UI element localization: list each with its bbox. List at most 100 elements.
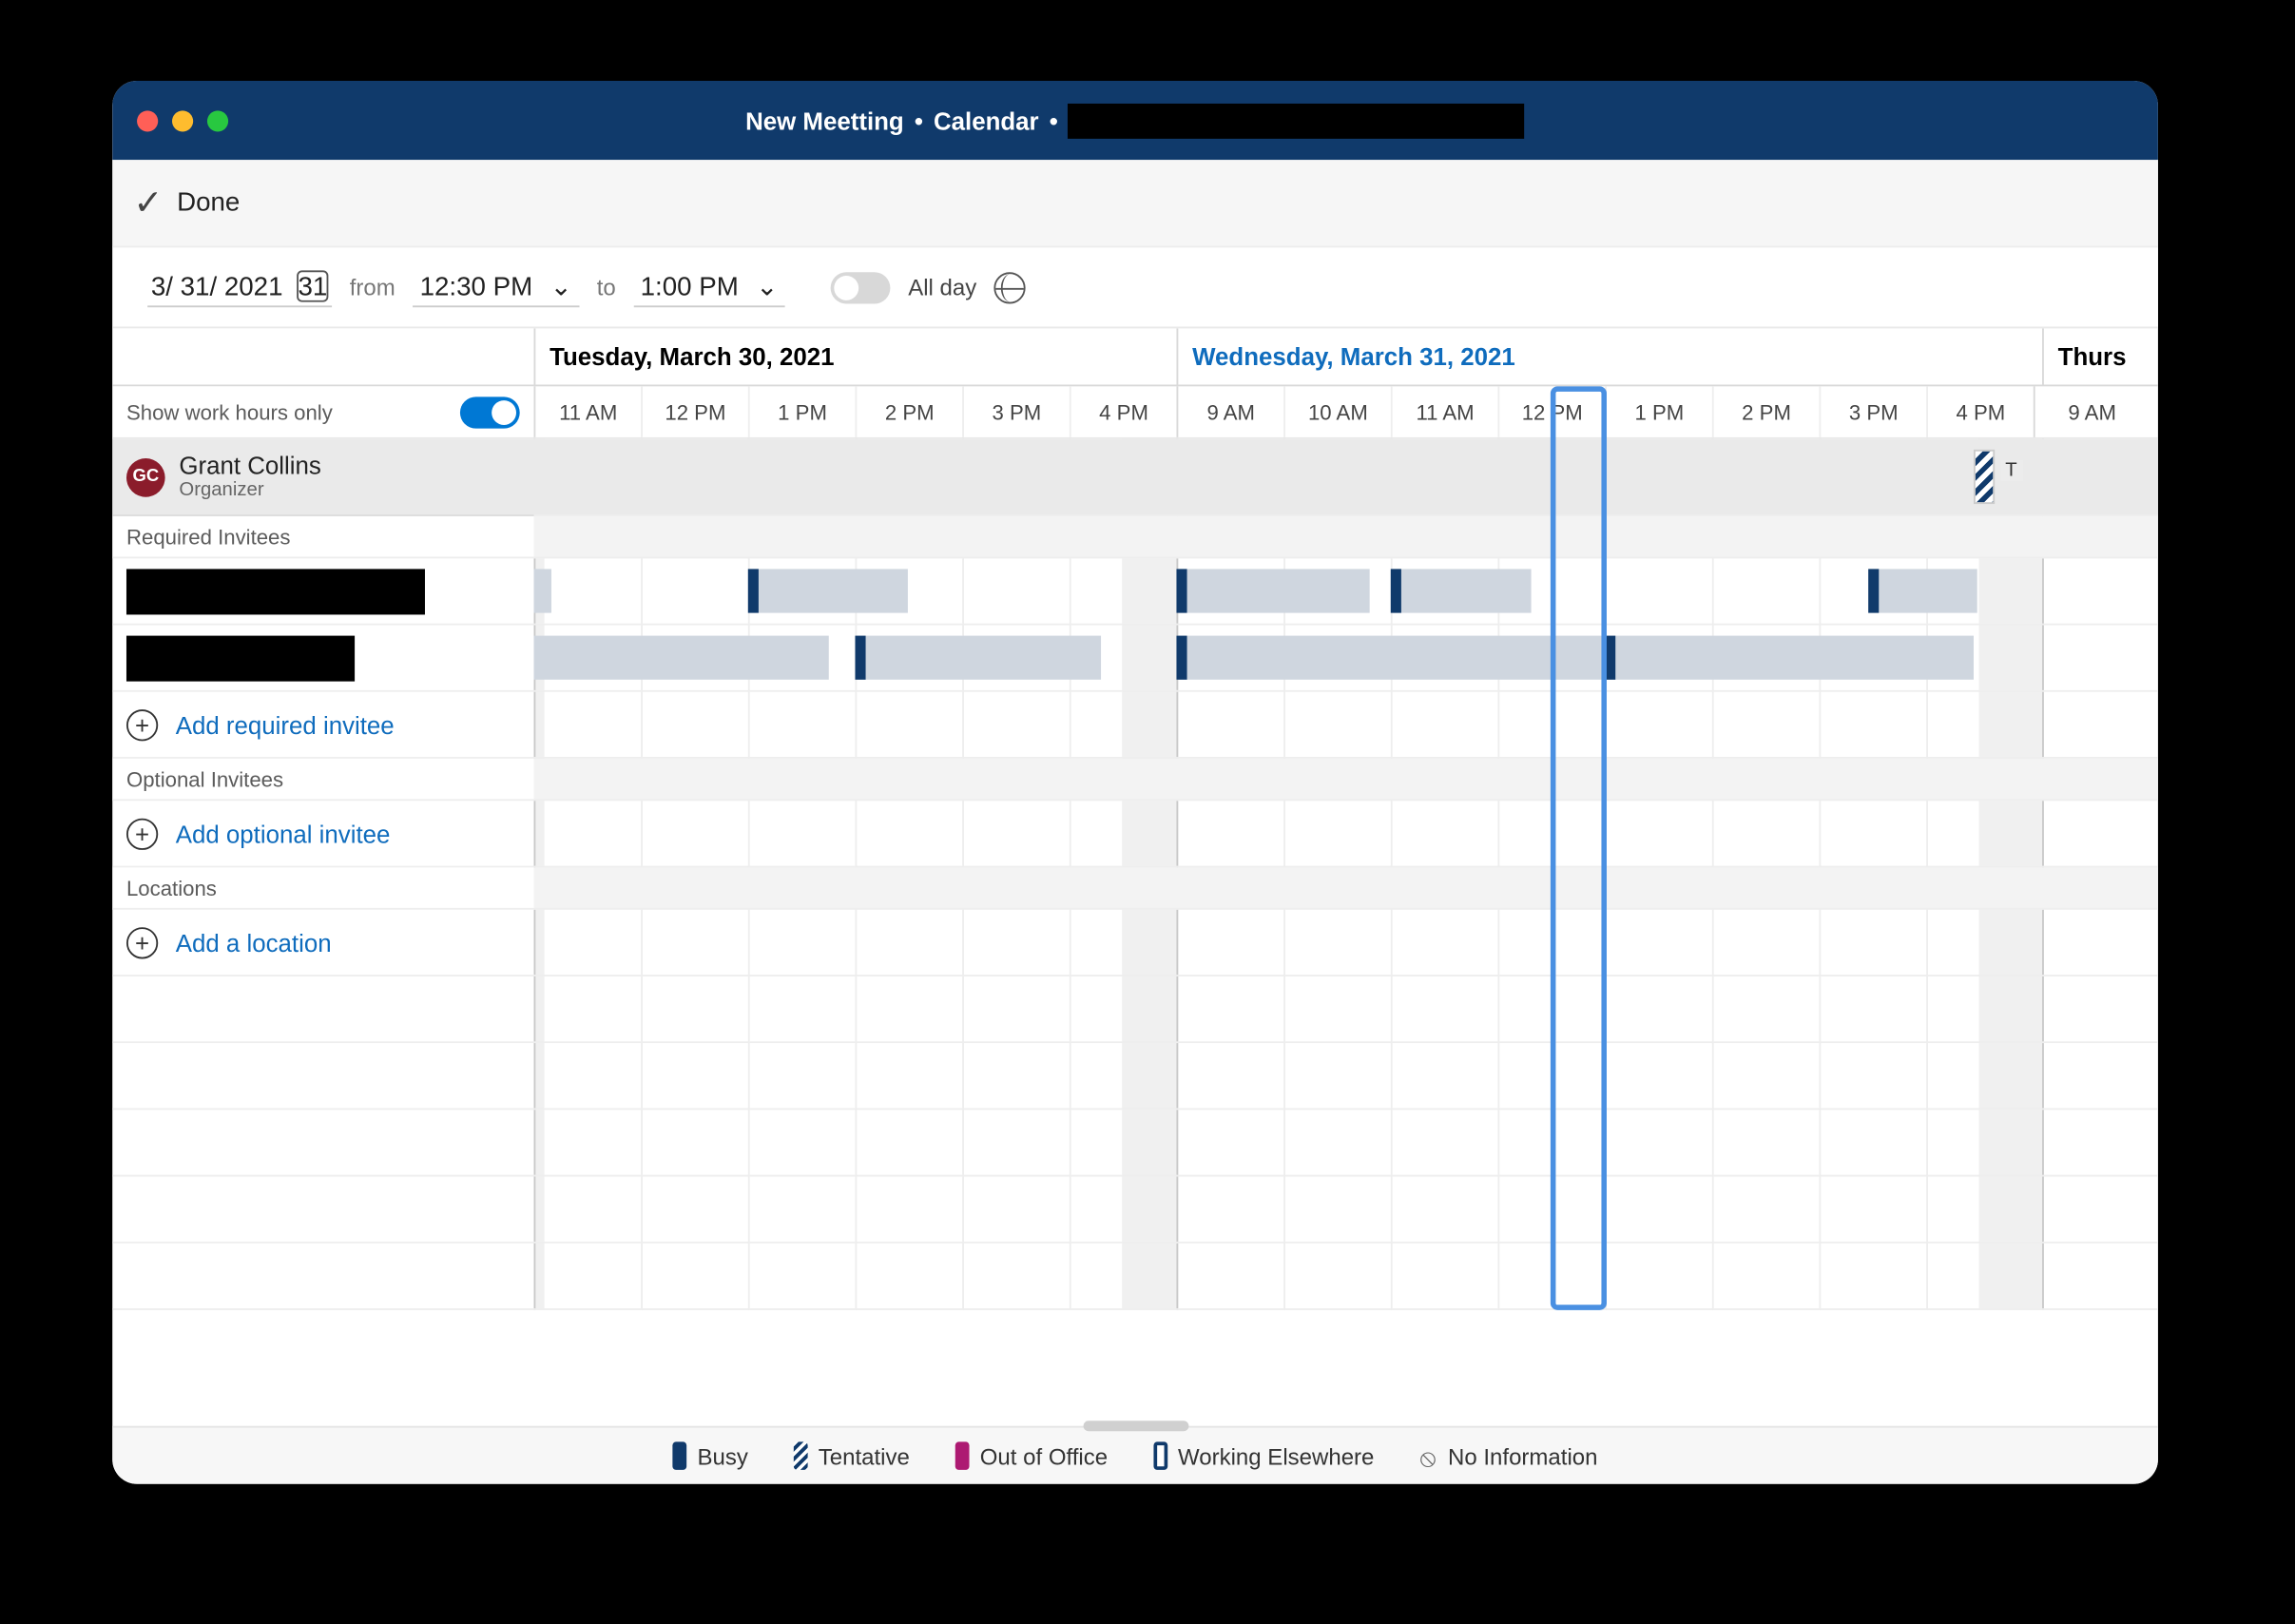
date-value: 3/ 31/ 2021: [151, 271, 283, 300]
scheduling-assistant-window: New Meetting • Calendar • ✓ Done 3/ 31/ …: [112, 81, 2158, 1484]
tentative-icon: [794, 1441, 808, 1470]
grid-row-add-required: [533, 692, 2157, 759]
work-hours-label: Show work hours only: [126, 399, 333, 424]
organizer-role: Organizer: [179, 479, 320, 500]
add-location-label: Add a location: [176, 928, 332, 957]
from-label: from: [350, 274, 395, 300]
end-time-field[interactable]: 1:00 PM ⌄: [633, 267, 785, 307]
legend-ooo: Out of Office: [955, 1441, 1108, 1470]
hour-label: 3 PM: [1819, 386, 1926, 437]
tentative-letter: T: [2000, 460, 2023, 481]
date-row: 3/ 31/ 2021 31 from 12:30 PM ⌄ to 1:00 P…: [112, 247, 2158, 328]
title-part-2: Calendar: [934, 106, 1039, 135]
drag-handle-icon[interactable]: [1083, 1421, 1188, 1431]
required-invitee-2[interactable]: [112, 626, 533, 692]
legend-we: Working Elsewhere: [1153, 1441, 1374, 1470]
organizer-row[interactable]: GC Grant Collins Organizer: [112, 439, 533, 516]
working-elsewhere-icon: [1153, 1441, 1167, 1470]
main-area: Show work hours only GC Grant Collins Or…: [112, 328, 2158, 1425]
hour-label: 10 AM: [1283, 386, 1391, 437]
tentative-block[interactable]: [1974, 450, 1995, 504]
legend-tentative: Tentative: [794, 1441, 910, 1470]
day-header-0[interactable]: Tuesday, March 30, 2021: [533, 328, 1176, 384]
grid-row-optional-header: [533, 759, 2157, 801]
day-header-2[interactable]: Thurs: [2042, 328, 2158, 384]
grid-row-required-header: [533, 516, 2157, 558]
redacted-name: [126, 635, 355, 681]
start-time-value: 12:30 PM: [420, 271, 533, 300]
grid-row-required-1[interactable]: [533, 558, 2157, 625]
legend-na: ⦸No Information: [1419, 1442, 1597, 1469]
to-label: to: [597, 274, 616, 300]
grid-row-empty: [533, 1110, 2157, 1176]
chevron-down-icon: ⌄: [756, 270, 778, 301]
busy-block[interactable]: [1605, 636, 1974, 680]
grid-row-required-2[interactable]: [533, 626, 2157, 692]
locations-header: Locations: [112, 867, 533, 909]
date-field[interactable]: 3/ 31/ 2021 31: [147, 267, 332, 307]
busy-block[interactable]: [533, 569, 550, 612]
busy-block[interactable]: [1176, 569, 1369, 612]
availability-grid[interactable]: Tuesday, March 30, 2021 Wednesday, March…: [533, 328, 2157, 1425]
add-required-row[interactable]: + Add required invitee: [112, 692, 533, 759]
add-optional-row[interactable]: + Add optional invitee: [112, 801, 533, 867]
add-optional-label: Add optional invitee: [176, 820, 391, 848]
busy-block[interactable]: [533, 636, 828, 680]
busy-block[interactable]: [1391, 569, 1532, 612]
add-required-label: Add required invitee: [176, 710, 395, 739]
title-account-redacted: [1069, 103, 1525, 138]
busy-block[interactable]: [855, 636, 1101, 680]
plus-icon: +: [126, 926, 158, 957]
ooo-icon: [955, 1441, 970, 1470]
grid-row-organizer[interactable]: T: [533, 439, 2157, 516]
title-part-1: New Meetting: [745, 106, 904, 135]
done-button[interactable]: Done: [177, 188, 240, 218]
calendar-icon[interactable]: 31: [297, 270, 328, 301]
hour-label: 1 PM: [748, 386, 856, 437]
busy-block[interactable]: [1176, 636, 1605, 680]
busy-block[interactable]: [748, 569, 908, 612]
close-icon[interactable]: [137, 109, 158, 130]
hour-label: 11 AM: [533, 386, 641, 437]
attendee-panel: Show work hours only GC Grant Collins Or…: [112, 328, 533, 1425]
day-header-1[interactable]: Wednesday, March 31, 2021: [1176, 328, 2042, 384]
grid-body: T: [533, 439, 2157, 1310]
hour-label: 2 PM: [1712, 386, 1820, 437]
minimize-icon[interactable]: [172, 109, 193, 130]
empty-rows: [112, 976, 533, 1426]
all-day-toggle[interactable]: [831, 271, 891, 302]
hour-label: 1 PM: [1605, 386, 1712, 437]
busy-icon: [673, 1441, 687, 1470]
grid-row-empty: [533, 1043, 2157, 1110]
work-hours-toggle[interactable]: [460, 396, 520, 427]
titlebar: New Meetting • Calendar •: [112, 81, 2158, 160]
organizer-name: Grant Collins: [179, 453, 320, 479]
plus-icon: +: [126, 818, 158, 849]
checkmark-icon[interactable]: ✓: [133, 181, 163, 224]
done-bar: ✓ Done: [112, 160, 2158, 247]
hour-label: 12 PM: [1497, 386, 1605, 437]
hour-label: 12 PM: [641, 386, 748, 437]
hour-label: 11 AM: [1391, 386, 1498, 437]
maximize-icon[interactable]: [207, 109, 228, 130]
legend: Busy Tentative Out of Office Working Els…: [112, 1426, 2158, 1484]
grid-row-add-optional: [533, 801, 2157, 867]
hour-label: 2 PM: [855, 386, 962, 437]
hour-label: 9 AM: [2034, 386, 2150, 437]
hour-headers: 11 AM 12 PM 1 PM 2 PM 3 PM 4 PM 9 AM 10 …: [533, 386, 2157, 438]
start-time-field[interactable]: 12:30 PM ⌄: [413, 267, 579, 307]
required-invitee-1[interactable]: [112, 558, 533, 625]
grid-row-locations-header: [533, 867, 2157, 909]
legend-busy: Busy: [673, 1441, 748, 1470]
grid-row-empty: [533, 1176, 2157, 1243]
end-time-value: 1:00 PM: [641, 271, 739, 300]
plus-icon: +: [126, 708, 158, 740]
add-location-row[interactable]: + Add a location: [112, 910, 533, 976]
work-hours-row: Show work hours only: [112, 386, 533, 438]
timezone-icon[interactable]: [994, 271, 1026, 302]
hour-label: 9 AM: [1176, 386, 1283, 437]
required-header: Required Invitees: [112, 516, 533, 558]
day-headers: Tuesday, March 30, 2021 Wednesday, March…: [533, 328, 2157, 386]
busy-block[interactable]: [1868, 569, 1977, 612]
chevron-down-icon: ⌄: [550, 270, 572, 301]
